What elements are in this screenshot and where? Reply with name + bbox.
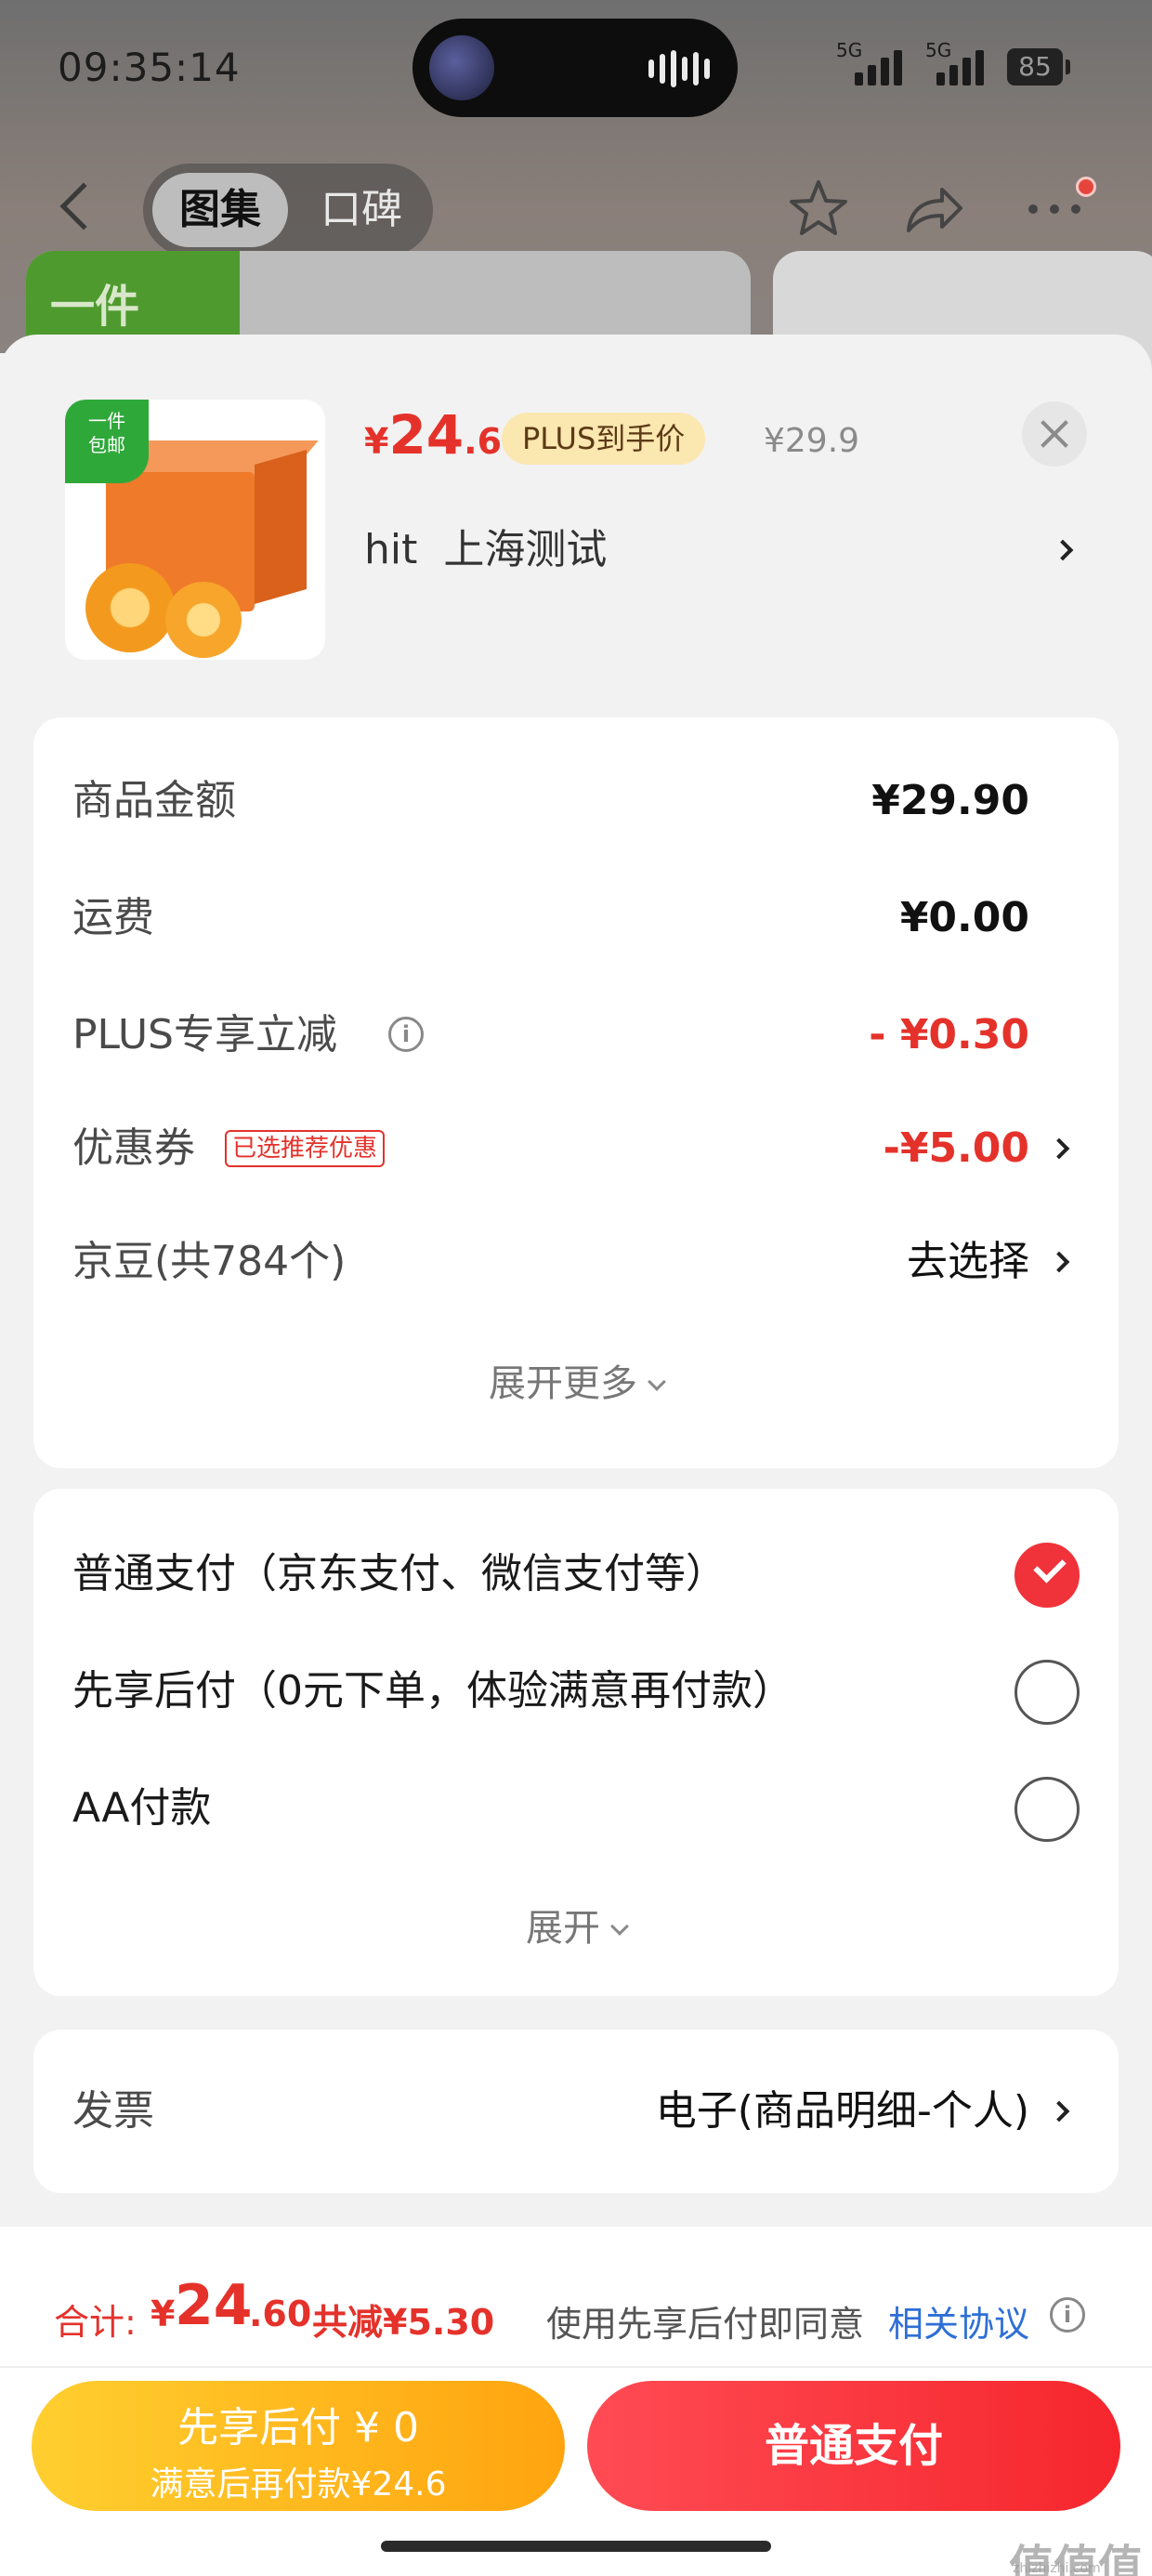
invoice-label: 发票	[72, 2087, 154, 2135]
expand-more-button[interactable]: 展开更多	[33, 1353, 1119, 1407]
status-time: 09:35:14	[58, 45, 241, 90]
status-bar: 09:35:14 5G 5G 85	[0, 0, 1152, 139]
invoice-card[interactable]: 发票 电子(商品明细-个人)	[33, 2030, 1119, 2193]
tab-reviews[interactable]: 口碑	[301, 173, 422, 247]
summary-row: 商品金额 ¥29.90	[33, 764, 1119, 838]
address-text: hit 上海测试	[364, 526, 608, 573]
signal-icon-1: 5G	[836, 39, 902, 85]
radio-checked-icon[interactable]	[1015, 1543, 1080, 1608]
payment-option[interactable]: AA付款	[33, 1771, 1119, 1846]
payment-option-label: 普通支付（京东支付、微信支付等）	[72, 1550, 727, 1597]
agreement-text: 使用先享后付即同意	[546, 2304, 865, 2345]
tab-gallery[interactable]: 图集	[152, 173, 288, 247]
payment-option[interactable]: 先享后付（0元下单，体验满意再付款）	[33, 1654, 1119, 1728]
notification-dot	[1076, 177, 1096, 197]
radio-unchecked-icon[interactable]	[1015, 1660, 1080, 1725]
product-image: 一件 包邮	[65, 400, 325, 660]
summary-label: PLUS专享立减	[72, 1011, 337, 1058]
summary-value: 去选择	[907, 1238, 1029, 1285]
dynamic-island	[412, 19, 738, 117]
chevron-right-icon	[1048, 1251, 1070, 1273]
audio-wave-icon	[648, 50, 710, 87]
summary-row: PLUS专享立减 i - ¥0.30	[33, 998, 1119, 1072]
battery-indicator: 85	[1007, 48, 1070, 85]
expand-payment-button[interactable]: 展开	[33, 1898, 1119, 1952]
chevron-down-icon	[648, 1373, 666, 1391]
share-icon[interactable]	[901, 177, 966, 242]
info-icon[interactable]: i	[1050, 2297, 1085, 2333]
address-selector[interactable]: hit 上海测试	[364, 513, 1089, 587]
summary-value: - ¥0.30	[869, 1011, 1029, 1058]
payment-method-card: 普通支付（京东支付、微信支付等） 先享后付（0元下单，体验满意再付款） AA付款…	[33, 1489, 1119, 1996]
total-row: 合计: ¥ 24 .60 共减¥5.30 使用先享后付即同意 相关协议 i	[54, 2260, 1113, 2353]
now-playing-thumb	[429, 35, 494, 100]
home-indicator	[381, 2541, 771, 2552]
invoice-value: 电子(商品明细-个人)	[655, 2087, 1029, 2135]
jd-beans-row[interactable]: 京豆(共784个) 去选择	[33, 1225, 1119, 1299]
total-label: 合计:	[54, 2302, 137, 2343]
original-price: ¥29.9	[764, 422, 860, 460]
nav-bar: 图集 口碑	[0, 158, 1152, 260]
close-button[interactable]	[1022, 401, 1087, 467]
summary-label: 商品金额	[72, 777, 236, 824]
order-summary-card: 商品金额 ¥29.90 运费 ¥0.00 PLUS专享立减 i - ¥0.30 …	[33, 717, 1119, 1468]
favorite-star-icon[interactable]	[786, 177, 851, 242]
summary-label: 优惠券	[72, 1124, 195, 1172]
normal-pay-button[interactable]: 普通支付	[587, 2381, 1120, 2511]
summary-label: 京豆(共784个)	[72, 1238, 347, 1285]
checkout-bottom-bar: 合计: ¥ 24 .60 共减¥5.30 使用先享后付即同意 相关协议 i 先享…	[0, 2227, 1152, 2576]
free-shipping-tag: 一件 包邮	[65, 400, 149, 483]
signal-icon-2: 5G	[925, 39, 984, 85]
chevron-right-icon	[1048, 2100, 1070, 2123]
chevron-right-icon	[1052, 539, 1074, 561]
payment-option-label: 先享后付（0元下单，体验满意再付款）	[72, 1667, 793, 1715]
watermark-site: zhizhizhi.com	[1013, 2561, 1101, 2576]
summary-value: ¥0.00	[899, 894, 1029, 941]
radio-unchecked-icon[interactable]	[1015, 1777, 1080, 1842]
coupon-row[interactable]: 优惠券 已选推荐优惠 -¥5.00	[33, 1111, 1119, 1186]
current-price: ¥24.6	[364, 403, 503, 467]
back-icon[interactable]	[59, 182, 108, 230]
background-page: 09:35:14 5G 5G 85 图集 口碑 一件	[0, 0, 1152, 400]
view-switcher: 图集 口碑	[143, 164, 433, 256]
pay-later-button[interactable]: 先享后付 ¥ 0 满意后再付款¥24.6	[32, 2381, 565, 2511]
total-symbol: ¥	[151, 2293, 176, 2334]
divider	[0, 2366, 1152, 2368]
summary-value: ¥29.90	[871, 777, 1029, 824]
coupon-tag: 已选推荐优惠	[225, 1130, 386, 1167]
chevron-right-icon	[1048, 1137, 1070, 1160]
summary-label: 运费	[72, 894, 154, 941]
total-amount: 24	[175, 2273, 253, 2338]
total-saved: 共减¥5.30	[312, 2302, 495, 2343]
plus-price-badge: PLUS到手价	[502, 413, 706, 465]
agreement-link[interactable]: 相关协议	[888, 2295, 1029, 2346]
chevron-down-icon	[610, 1917, 629, 1936]
payment-option[interactable]: 普通支付（京东支付、微信支付等）	[33, 1537, 1119, 1611]
total-decimal: .60	[249, 2293, 312, 2334]
info-icon[interactable]: i	[388, 1017, 424, 1052]
summary-value: -¥5.00	[883, 1124, 1029, 1172]
summary-row: 运费 ¥0.00	[33, 881, 1119, 955]
payment-option-label: AA付款	[72, 1784, 212, 1832]
invoice-row[interactable]: 发票 电子(商品明细-个人)	[33, 2074, 1119, 2149]
